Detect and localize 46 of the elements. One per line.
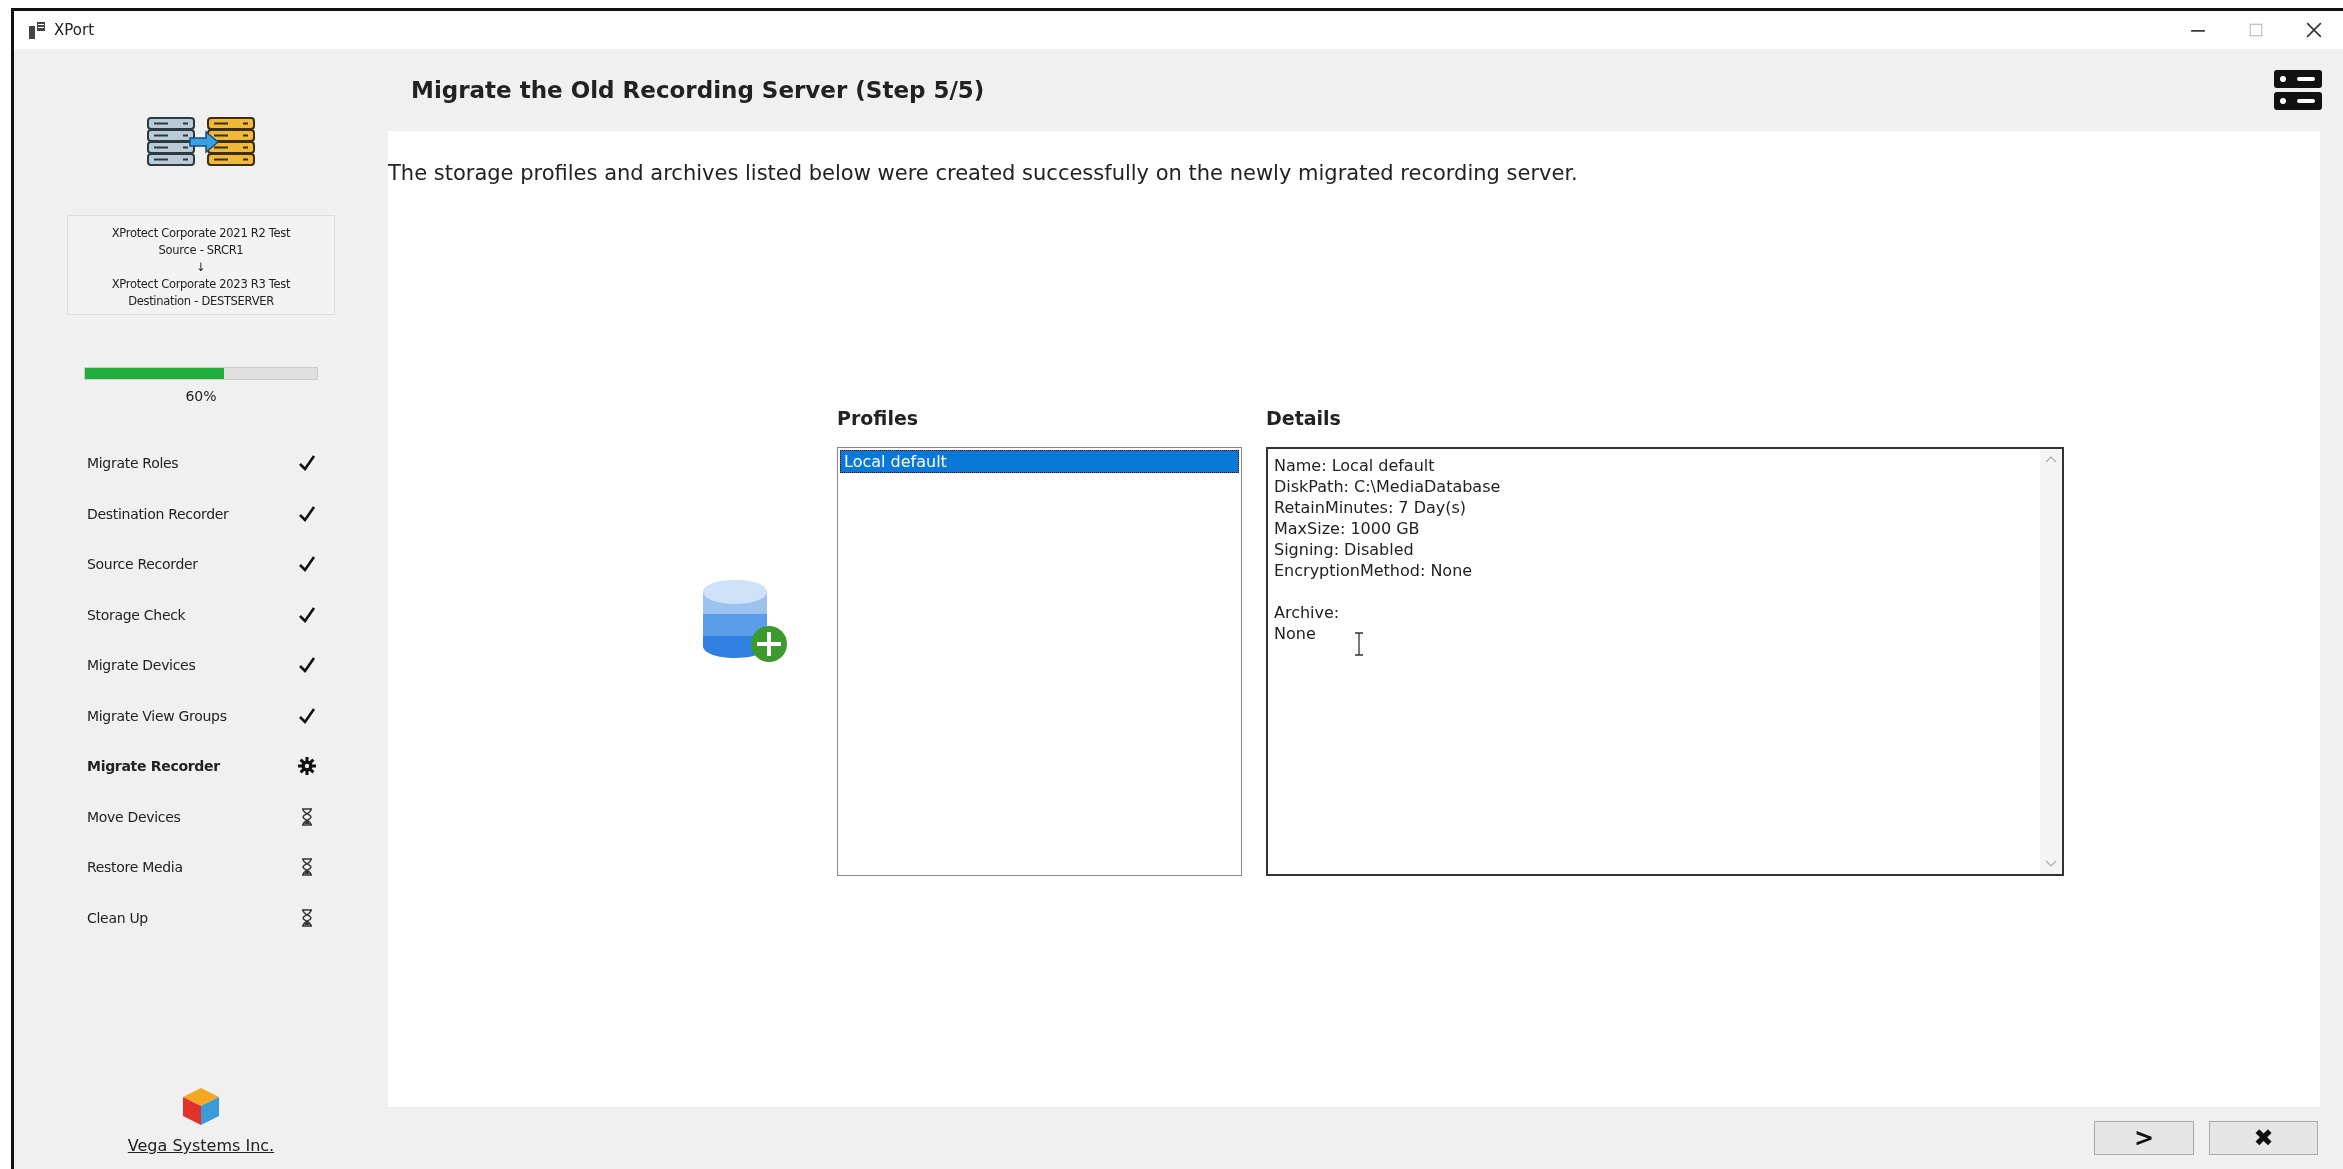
detail-line: Signing: Disabled bbox=[1274, 539, 1415, 560]
next-button[interactable]: > bbox=[2094, 1121, 2194, 1155]
info-text: Source - SRCR1 bbox=[158, 243, 244, 257]
progress-label: 60% bbox=[185, 388, 217, 404]
step-label: Migrate Devices bbox=[87, 657, 197, 674]
server-icon bbox=[2273, 69, 2323, 111]
step-label: Migrate Roles bbox=[87, 455, 180, 472]
gear-icon bbox=[297, 756, 317, 777]
scroll-up-icon[interactable] bbox=[2045, 455, 2057, 463]
step-label: Restore Media bbox=[87, 859, 184, 876]
detail-line: RetainMinutes: 7 Day(s) bbox=[1274, 497, 1468, 518]
check-icon bbox=[297, 554, 317, 575]
info-text: Destination - DESTSERVER bbox=[128, 294, 274, 308]
detail-line: None bbox=[1274, 623, 1317, 644]
detail-line: DiskPath: C:\MediaDatabase bbox=[1274, 476, 1502, 497]
step-label: Clean Up bbox=[87, 909, 149, 926]
info-text: ↓ bbox=[196, 260, 206, 274]
info-text: XProtect Corporate 2021 R2 Test bbox=[111, 226, 291, 240]
details-heading: Details bbox=[1266, 407, 1342, 427]
page-title: Migrate the Old Recording Server (Step 5/5) bbox=[411, 77, 985, 103]
profile-item[interactable]: Local default bbox=[840, 450, 1239, 473]
text-cursor-icon bbox=[1354, 632, 1364, 656]
step-label: Storage Check bbox=[87, 606, 187, 623]
server-migration-icon bbox=[146, 115, 256, 169]
detail-line: Name: Local default bbox=[1274, 455, 1436, 476]
info-text: XProtect Corporate 2023 R3 Test bbox=[111, 277, 291, 291]
app-icon bbox=[28, 20, 48, 40]
step-label: Migrate Recorder bbox=[87, 758, 221, 775]
description-text: The storage profiles and archives listed below were created successfully on the newly migrated recording server. bbox=[388, 161, 1579, 185]
detail-line: Archive: bbox=[1274, 602, 1341, 623]
step-label: Source Recorder bbox=[87, 556, 199, 573]
maximize-icon[interactable] bbox=[2248, 22, 2264, 38]
close-icon[interactable] bbox=[2306, 22, 2322, 38]
window-title: XPort bbox=[54, 21, 94, 39]
cancel-button[interactable]: ✖ bbox=[2209, 1121, 2318, 1155]
check-icon bbox=[297, 453, 317, 474]
detail-line: EncryptionMethod: None bbox=[1274, 560, 1474, 581]
profiles-heading: Profiles bbox=[837, 407, 920, 427]
step-label: Destination Recorder bbox=[87, 505, 230, 522]
scrollbar[interactable] bbox=[2040, 449, 2062, 874]
detail-line: MaxSize: 1000 GB bbox=[1274, 518, 1421, 539]
company-link[interactable]: Vega Systems Inc. bbox=[127, 1136, 275, 1155]
scroll-down-icon[interactable] bbox=[2045, 860, 2057, 868]
check-icon bbox=[297, 655, 317, 676]
step-label: Migrate View Groups bbox=[87, 707, 228, 724]
step-label: Move Devices bbox=[87, 808, 182, 825]
